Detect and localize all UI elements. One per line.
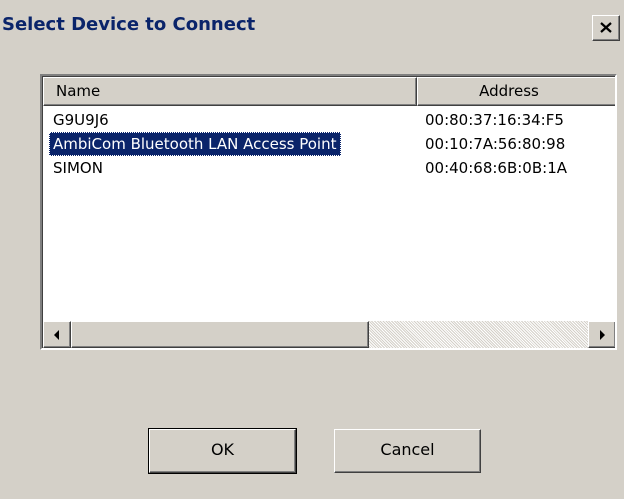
select-device-dialog: Select Device to Connect Name Address G9… xyxy=(0,0,624,499)
close-button[interactable] xyxy=(592,15,620,41)
scroll-left-button[interactable] xyxy=(43,321,71,348)
list-item[interactable]: G9U9J6 00:80:37:16:34:F5 xyxy=(43,108,615,132)
device-list[interactable]: Name Address G9U9J6 00:80:37:16:34:F5 Am… xyxy=(40,74,617,350)
column-header-address[interactable]: Address xyxy=(417,77,615,106)
dialog-title: Select Device to Connect xyxy=(2,14,256,35)
ok-button[interactable]: OK xyxy=(148,428,297,474)
cancel-button[interactable]: Cancel xyxy=(334,429,481,473)
title-bar[interactable]: Select Device to Connect xyxy=(0,0,624,44)
arrow-right-icon xyxy=(600,330,605,340)
device-address: 00:10:7A:56:80:98 xyxy=(425,135,566,153)
device-name: G9U9J6 xyxy=(53,111,109,129)
scroll-right-button[interactable] xyxy=(588,321,615,348)
scroll-thumb[interactable] xyxy=(71,321,369,348)
list-item[interactable]: SIMON 00:40:68:6B:0B:1A xyxy=(43,156,615,180)
device-address: 00:80:37:16:34:F5 xyxy=(425,111,564,129)
horizontal-scrollbar[interactable] xyxy=(43,321,615,348)
device-name: SIMON xyxy=(53,159,103,177)
close-icon xyxy=(600,22,612,33)
device-address: 00:40:68:6B:0B:1A xyxy=(425,159,568,177)
column-header-name[interactable]: Name xyxy=(43,77,417,106)
arrow-left-icon xyxy=(54,330,59,340)
device-name-selected: AmbiCom Bluetooth LAN Access Point xyxy=(49,132,341,156)
list-item[interactable]: AmbiCom Bluetooth LAN Access Point 00:10… xyxy=(43,132,615,156)
